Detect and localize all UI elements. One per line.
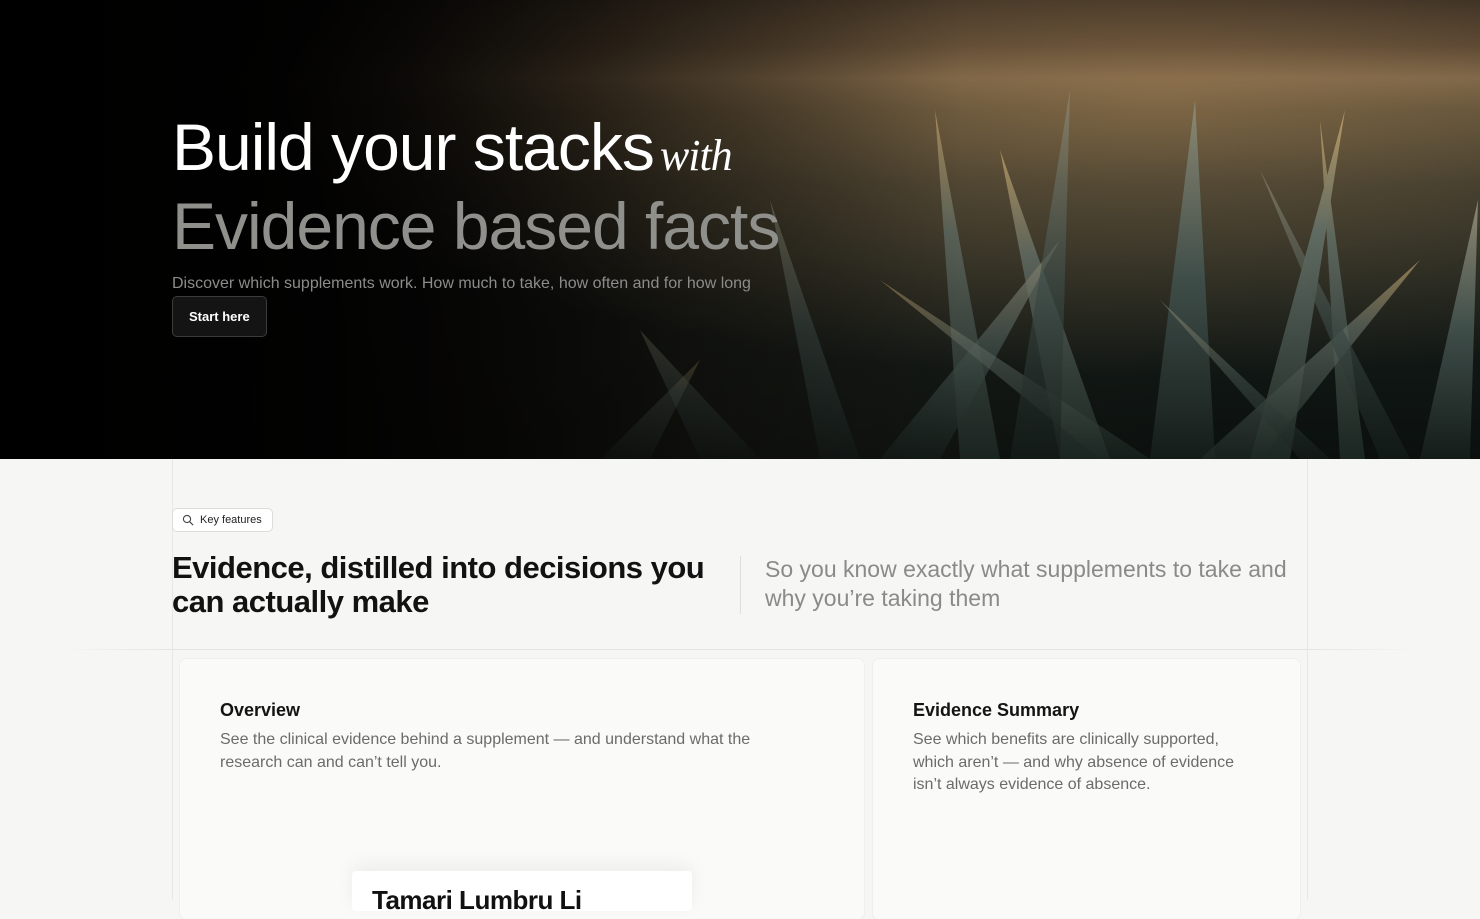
preview-heading: Tamari Lumbru Li [372,885,582,915]
features-title: Evidence, distilled into decisions you c… [172,550,705,619]
card-title: Overview [220,700,301,720]
card-description: See the clinical evidence behind a suppl… [220,731,751,771]
key-features-section: Key features Evidence, distilled into de… [0,459,1480,919]
hero-subtitle: Discover which supplements work. How muc… [172,275,751,292]
hero-title-line1: Build your stacks [172,110,655,184]
key-features-badge: Key features [172,508,273,532]
start-here-button[interactable]: Start here [172,296,267,337]
guide-line-horizontal [60,649,1420,650]
features-subtitle: So you know exactly what supplements to … [765,556,1287,611]
features-divider [740,556,741,614]
key-features-label: Key features [200,514,262,526]
hero-content: Build your stacks with Evidence based fac… [172,112,932,337]
hero-section: Build your stacks with Evidence based fac… [0,0,1480,459]
feature-card-evidence-summary: Evidence Summary See which benefits are … [873,659,1300,919]
supplement-preview-card: Tamari Lumbru Li [352,871,692,915]
card-description: See which benefits are clinically suppor… [913,731,1235,793]
guide-line-right [1307,459,1308,900]
hero-title: Build your stacks with [172,112,932,191]
card-title: Evidence Summary [913,700,1080,720]
search-icon [182,514,194,526]
hero-title-with: with [659,131,733,180]
hero-title-line2: Evidence based facts [172,189,780,263]
